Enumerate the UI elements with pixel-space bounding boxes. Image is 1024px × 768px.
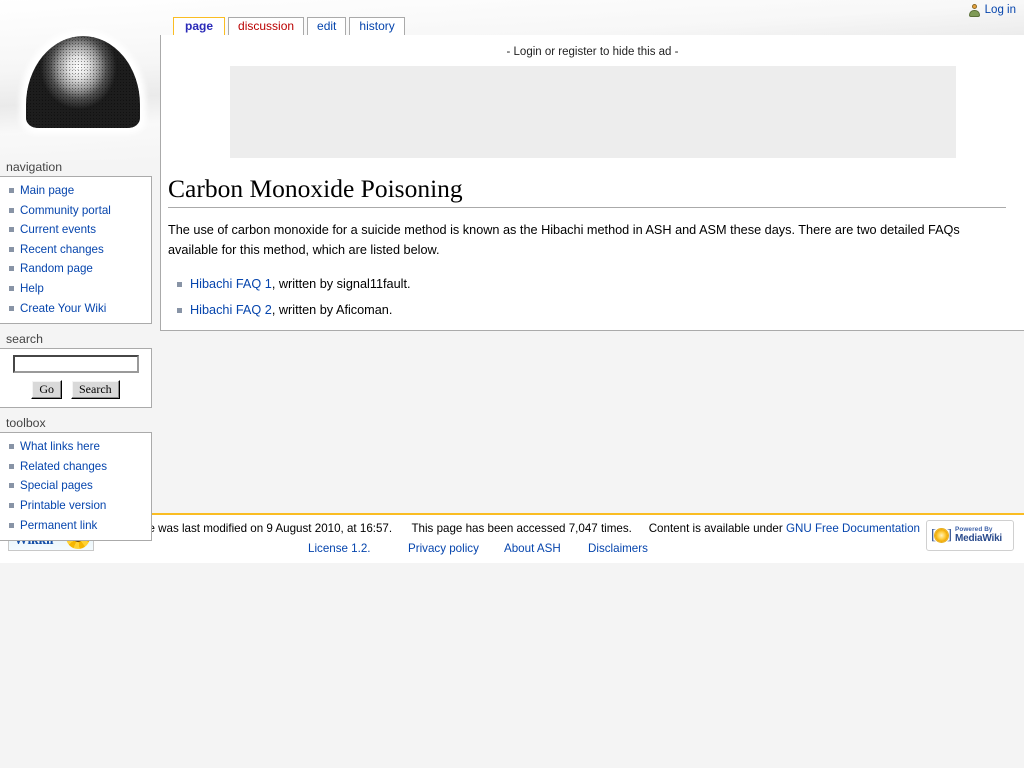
- footer-line-1: This page was last modified on 9 August …: [104, 521, 920, 537]
- tab-history[interactable]: history: [349, 17, 405, 35]
- login-link[interactable]: Log in: [985, 4, 1016, 16]
- sidebar-item-random-page[interactable]: Random page: [20, 262, 93, 275]
- portlet-navigation: navigation Main page Community portal Cu…: [0, 160, 152, 325]
- about-link[interactable]: About ASH: [504, 542, 561, 555]
- article-text: The use of carbon monoxide for a suicide…: [168, 221, 1006, 319]
- ad-placeholder[interactable]: [229, 66, 956, 158]
- navigation-list: Main page Community portal Current event…: [6, 181, 145, 318]
- hibachi-faq-2-link[interactable]: Hibachi FAQ 2: [190, 303, 272, 317]
- portlet-search: search: [0, 332, 152, 409]
- personal-bar: Log in: [968, 2, 1016, 18]
- list-item: Special pages: [9, 476, 145, 496]
- page-wrapper: Log in page discussion edit history - Lo…: [0, 0, 1024, 768]
- sidebar-item-current-events[interactable]: Current events: [20, 223, 96, 236]
- sidebar-item-special-pages[interactable]: Special pages: [20, 479, 93, 492]
- tab-page[interactable]: page: [173, 17, 226, 35]
- list-item: Community portal: [9, 201, 145, 221]
- sidebar-item-community-portal[interactable]: Community portal: [20, 204, 111, 217]
- sidebar-item-help[interactable]: Help: [20, 282, 44, 295]
- article-body: Carbon Monoxide Poisoning The use of car…: [161, 158, 1024, 320]
- footer-text: This page was last modified on 9 August …: [104, 521, 920, 556]
- page-title: Carbon Monoxide Poisoning: [168, 174, 1006, 209]
- footer: hosted by Wikkii This page was last modi…: [0, 513, 1024, 563]
- main-content: - Login or register to hide this ad - Ca…: [160, 35, 1024, 331]
- list-item: Help: [9, 279, 145, 299]
- sidebar-item-recent-changes[interactable]: Recent changes: [20, 243, 104, 256]
- list-item: Create Your Wiki: [9, 299, 145, 319]
- privacy-policy-link[interactable]: Privacy policy: [408, 542, 479, 555]
- faq-1-author: , written by signal11fault.: [271, 276, 411, 291]
- search-buttons: [6, 380, 145, 400]
- list-item: Permanent link: [9, 516, 145, 536]
- mediawiki-wordmark: MediaWiki: [955, 532, 1003, 544]
- disclaimers-link[interactable]: Disclaimers: [588, 542, 648, 555]
- sidebar-item-main-page[interactable]: Main page: [20, 184, 74, 197]
- faq-list: Hibachi FAQ 1, written by signal11fault.…: [168, 275, 1006, 320]
- disclaimers-link-wrap: Disclaimers: [588, 541, 648, 557]
- search-input[interactable]: [12, 355, 139, 374]
- search-body: [0, 348, 152, 409]
- sidebar-item-permanent-link[interactable]: Permanent link: [20, 519, 97, 532]
- tab-discussion[interactable]: discussion: [228, 17, 305, 35]
- article-paragraph: The use of carbon monoxide for a suicide…: [168, 223, 960, 257]
- powered-by-mediawiki-badge[interactable]: [] Powered By MediaWiki: [926, 520, 1014, 551]
- sidebar-item-what-links-here[interactable]: What links here: [20, 440, 100, 453]
- list-item: Hibachi FAQ 2, written by Aficoman.: [177, 301, 1006, 320]
- license-link[interactable]: License 1.2.: [308, 542, 371, 555]
- sidebar-item-printable-version[interactable]: Printable version: [20, 499, 106, 512]
- list-item: Printable version: [9, 496, 145, 516]
- toolbox-list: What links here Related changes Special …: [6, 437, 145, 535]
- toolbox-body: What links here Related changes Special …: [0, 432, 152, 542]
- sidebar-item-create-your-wiki[interactable]: Create Your Wiki: [20, 302, 106, 315]
- search-go-button[interactable]: [31, 380, 62, 400]
- search-heading: search: [6, 332, 43, 347]
- toolbox-heading: toolbox: [6, 416, 46, 431]
- content-tabs: page discussion edit history: [173, 17, 408, 35]
- list-item: Random page: [9, 259, 145, 279]
- sidebar: navigation Main page Community portal Cu…: [0, 160, 152, 549]
- copyright-text: Content is available under GNU Free Docu…: [649, 521, 920, 537]
- search-fulltext-button[interactable]: [71, 380, 120, 400]
- list-item: Related changes: [9, 457, 145, 477]
- about-link-wrap: About ASH: [504, 541, 588, 557]
- view-count-text: This page has been accessed 7,047 times.: [411, 522, 632, 535]
- list-item: What links here: [9, 437, 145, 457]
- hill-logo-image: [20, 30, 146, 134]
- copyright-prefix: Content is available under: [648, 522, 786, 535]
- footer-line-2: License 1.2. Privacy policy About ASH Di…: [104, 541, 920, 557]
- tab-edit[interactable]: edit: [307, 17, 347, 35]
- navigation-body: Main page Community portal Current event…: [0, 176, 152, 325]
- list-item: Main page: [9, 181, 145, 201]
- gfdl-link[interactable]: GNU Free Documentation: [786, 522, 920, 535]
- user-icon: [968, 3, 981, 17]
- license-link-wrap: License 1.2.: [308, 541, 408, 557]
- navigation-heading: navigation: [6, 160, 63, 174]
- privacy-link-wrap: Privacy policy: [408, 541, 504, 557]
- list-item: Recent changes: [9, 240, 145, 260]
- portlet-toolbox: toolbox What links here Related changes …: [0, 416, 152, 542]
- ad-zone: - Login or register to hide this ad -: [161, 35, 1024, 158]
- mediawiki-sunflower-icon: []: [931, 527, 952, 543]
- list-item: Current events: [9, 220, 145, 240]
- hibachi-faq-1-link[interactable]: Hibachi FAQ 1: [190, 277, 272, 291]
- faq-2-author: , written by Aficoman.: [271, 302, 393, 317]
- list-item: Hibachi FAQ 1, written by signal11fault.: [177, 275, 1006, 294]
- ad-notice: - Login or register to hide this ad -: [506, 46, 679, 58]
- sidebar-item-related-changes[interactable]: Related changes: [20, 460, 107, 473]
- site-logo[interactable]: [12, 10, 152, 150]
